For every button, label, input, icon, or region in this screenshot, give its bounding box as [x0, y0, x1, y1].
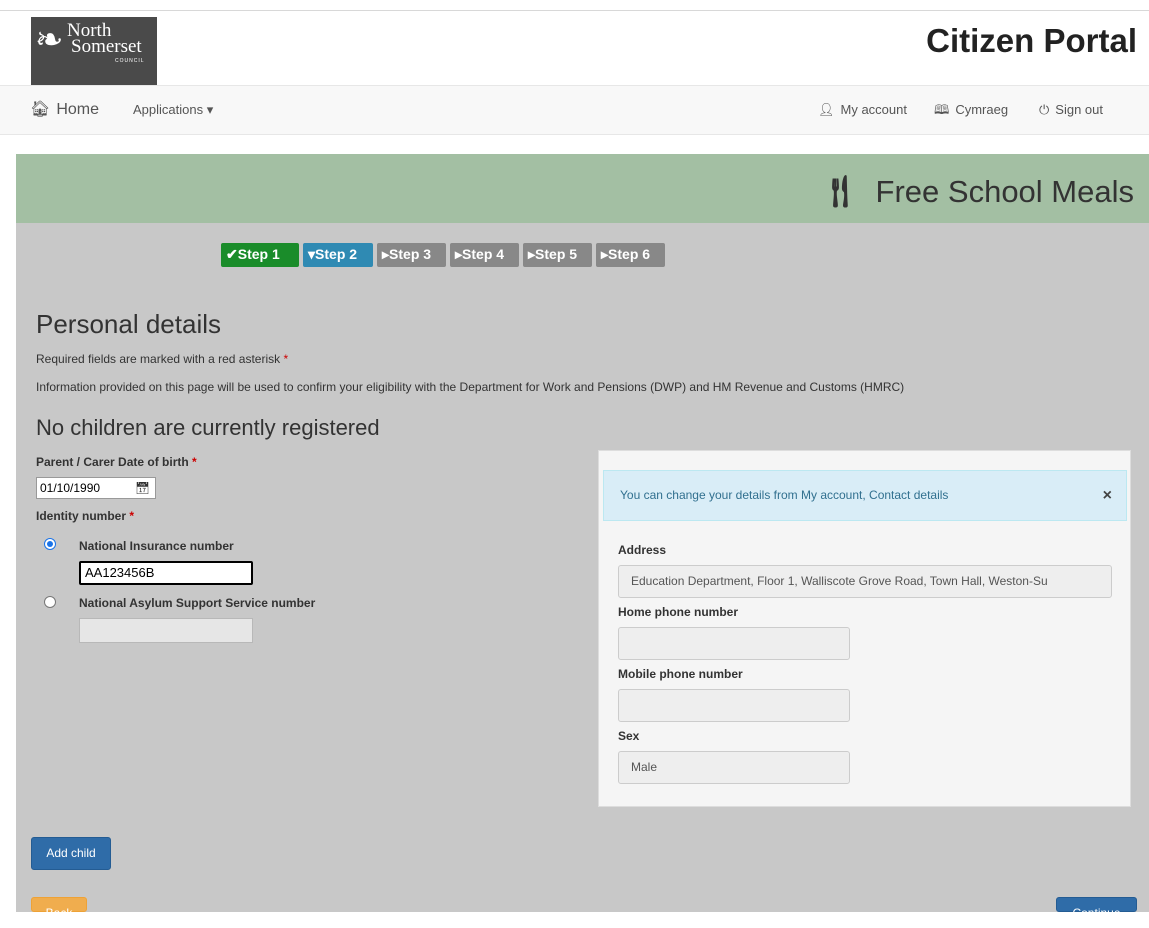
- form-area: ✔Step 1 ▾Step 2 ▸Step 3 ▸Step 4 ▸Step 5 …: [16, 223, 1149, 920]
- swan-logo-icon: ❧: [35, 21, 64, 59]
- nav-my-account-label: My account: [840, 102, 907, 117]
- step-5-label: Step 5: [535, 246, 578, 262]
- nav-sign-out-label: Sign out: [1055, 102, 1103, 117]
- portal-title: Citizen Portal: [926, 22, 1137, 59]
- mobile-phone-field: [618, 689, 850, 722]
- service-title: 🍴︎ Free School Meals: [820, 173, 1134, 210]
- logo-text-line2: Somerset: [71, 36, 142, 57]
- nass-radio[interactable]: [44, 596, 56, 608]
- ni-number-input[interactable]: AA123456B: [79, 561, 253, 585]
- ni-radio[interactable]: [44, 538, 56, 550]
- home-phone-field: [618, 627, 850, 660]
- identity-label: Identity number *: [36, 509, 134, 523]
- identity-label-text: Identity number: [36, 509, 127, 523]
- step-4-label: Step 4: [462, 246, 505, 262]
- add-child-button[interactable]: Add child: [31, 837, 111, 870]
- sex-label: Sex: [618, 729, 640, 743]
- dob-label-text: Parent / Carer Date of birth: [36, 455, 189, 469]
- nav-sign-out-link[interactable]: ⏻ Sign out: [1039, 86, 1103, 134]
- sex-field: Male: [618, 751, 850, 784]
- step-2[interactable]: ▾Step 2: [303, 243, 373, 267]
- nav-applications-dropdown[interactable]: Applications ▾: [133, 86, 213, 134]
- required-asterisk: *: [283, 352, 289, 366]
- home-icon: 🏠︎: [30, 101, 51, 118]
- book-icon: 🕮︎: [934, 102, 950, 117]
- check-icon: ✔: [226, 246, 238, 262]
- page-heading: Personal details: [36, 309, 221, 339]
- caret-right-icon: ▸: [528, 246, 536, 262]
- close-icon[interactable]: ×: [1103, 471, 1112, 520]
- nass-label: National Asylum Support Service number: [79, 596, 316, 610]
- step-1-label: Step 1: [237, 246, 280, 262]
- ni-label: National Insurance number: [79, 539, 234, 553]
- cutlery-icon: 🍴︎: [820, 174, 860, 209]
- step-4[interactable]: ▸Step 4: [450, 243, 519, 267]
- nav-cymraeg-label: Cymraeg: [955, 102, 1009, 117]
- dob-value: 01/10/1990: [40, 481, 101, 495]
- step-1[interactable]: ✔Step 1: [221, 243, 299, 267]
- nav-cymraeg-link[interactable]: 🕮︎ Cymraeg: [934, 86, 1008, 134]
- ni-number-value: AA123456B: [85, 565, 155, 580]
- step-3-label: Step 3: [389, 246, 432, 262]
- caret-down-icon: ▾: [206, 102, 214, 117]
- dob-input[interactable]: 01/10/1990 📅︎: [36, 477, 156, 499]
- caret-right-icon: ▸: [455, 246, 463, 262]
- caret-down-icon: ▾: [308, 246, 316, 262]
- user-icon: 👤︎: [818, 102, 835, 117]
- required-note: Required fields are marked with a red as…: [36, 352, 288, 366]
- address-label: Address: [618, 543, 667, 557]
- alert-text: You can change your details from My acco…: [620, 488, 949, 502]
- calendar-icon[interactable]: 📅︎: [135, 478, 150, 498]
- dob-label: Parent / Carer Date of birth *: [36, 455, 197, 469]
- required-asterisk: *: [192, 455, 197, 469]
- step-2-label: Step 2: [315, 246, 358, 262]
- mobile-phone-label: Mobile phone number: [618, 667, 743, 681]
- contact-details-panel: You can change your details from My acco…: [598, 450, 1131, 807]
- step-6-label: Step 6: [608, 246, 651, 262]
- continue-button[interactable]: Continue: [1056, 897, 1137, 920]
- contact-details-alert: You can change your details from My acco…: [603, 470, 1127, 521]
- service-title-text: Free School Meals: [875, 174, 1134, 209]
- back-button[interactable]: Back: [31, 897, 87, 920]
- logo-text-line3: COUNCIL: [115, 58, 145, 64]
- nav-applications-label: Applications: [133, 102, 204, 117]
- step-6[interactable]: ▸Step 6: [596, 243, 665, 267]
- required-note-text: Required fields are marked with a red as…: [36, 352, 281, 366]
- caret-right-icon: ▸: [382, 246, 390, 262]
- children-heading: No children are currently registered: [36, 415, 380, 440]
- step-5[interactable]: ▸Step 5: [523, 243, 592, 267]
- service-banner: 🍴︎ Free School Meals: [16, 154, 1149, 223]
- caret-right-icon: ▸: [601, 246, 609, 262]
- power-icon: ⏻: [1039, 102, 1050, 117]
- step-3[interactable]: ▸Step 3: [377, 243, 446, 267]
- main-navbar: 🏠︎ Home Applications ▾ 👤︎ My account 🕮︎ Cym…: [0, 85, 1149, 135]
- nav-home-link[interactable]: 🏠︎ Home: [30, 86, 99, 134]
- site-header: ❧ North Somerset COUNCIL Citizen Portal: [0, 11, 1149, 85]
- home-phone-label: Home phone number: [618, 605, 739, 619]
- address-field: Education Department, Floor 1, Walliscot…: [618, 565, 1112, 598]
- nass-number-input[interactable]: [79, 618, 253, 643]
- nav-home-label: Home: [56, 101, 99, 118]
- required-asterisk: *: [129, 509, 135, 523]
- eligibility-info: Information provided on this page will b…: [36, 380, 905, 394]
- council-logo[interactable]: ❧ North Somerset COUNCIL: [31, 17, 157, 85]
- nav-my-account-link[interactable]: 👤︎ My account: [818, 86, 907, 134]
